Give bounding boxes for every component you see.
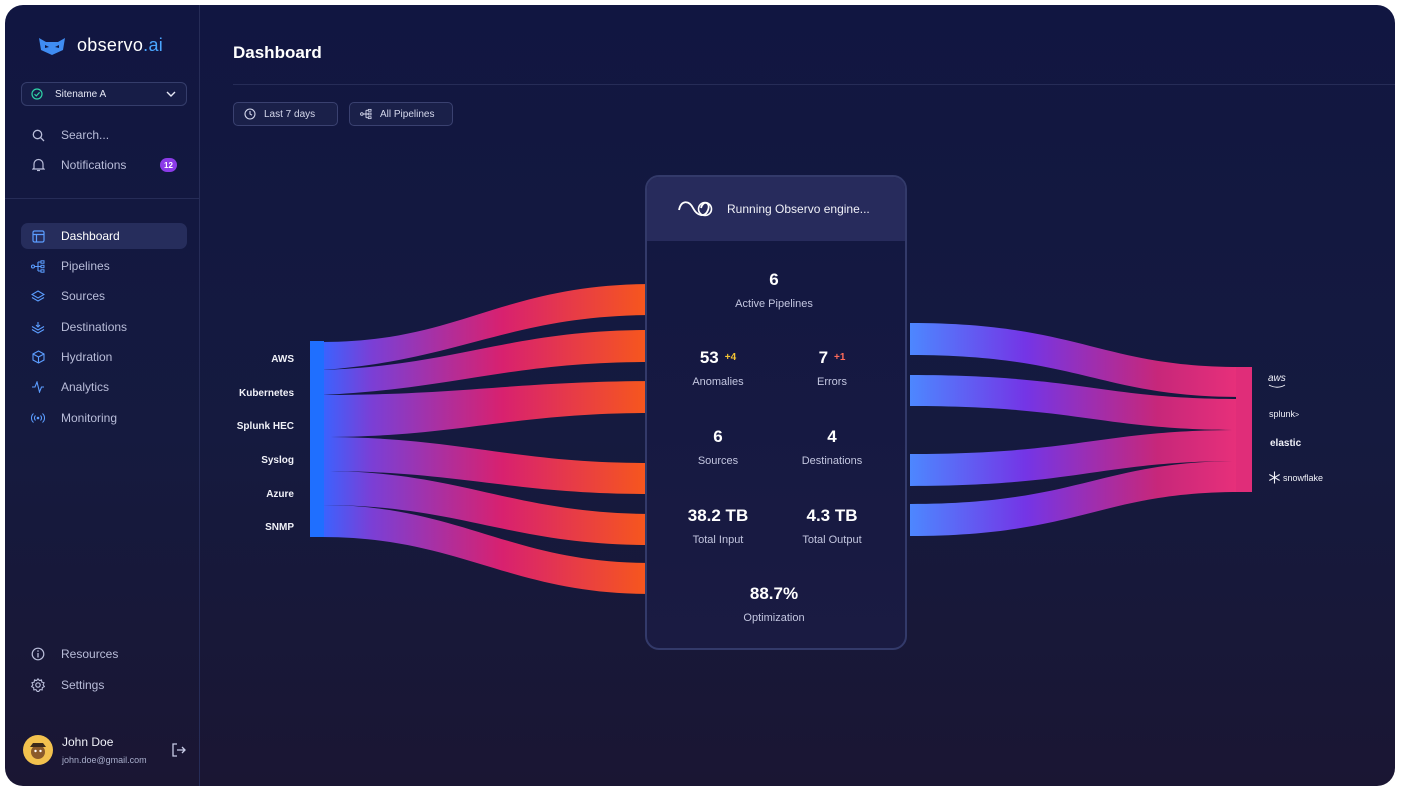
sidebar-item-monitoring[interactable]: Monitoring [21, 405, 187, 431]
app-window: observo.ai Sitename A Search... Notifica… [5, 5, 1395, 786]
sidebar-item-dashboard[interactable]: Dashboard [21, 223, 187, 249]
logout-icon[interactable] [171, 742, 187, 758]
sidebar-item-label: Analytics [61, 380, 110, 394]
site-selector[interactable]: Sitename A [21, 82, 187, 106]
destination-label-splunk: splunk> [1269, 409, 1300, 419]
sidebar-item-label: Destinations [61, 320, 128, 334]
source-label-kubernetes: Kubernetes [238, 388, 294, 399]
source-bar [310, 341, 324, 537]
destination-label-elastic: elastic [1270, 438, 1302, 449]
sidebar-resources[interactable]: Resources [21, 641, 187, 667]
sidebar-item-analytics[interactable]: Analytics [21, 374, 187, 400]
settings-label: Settings [61, 678, 105, 692]
engine-status-text: Running Observo engine... [727, 202, 870, 216]
sidebar-item-label: Dashboard [61, 229, 120, 243]
notifications-count-badge: 12 [160, 158, 177, 172]
source-label-syslog: Syslog [261, 455, 294, 466]
cube-icon [31, 350, 45, 364]
anomalies-delta: +4 [724, 352, 737, 363]
notifications-label: Notifications [61, 158, 127, 172]
metric-sources: 6 Sources [697, 427, 739, 467]
snowflake-icon [1269, 471, 1280, 484]
user-name: John Doe [62, 735, 114, 749]
main-content: Dashboard Last 7 days All Pipelines AWS … [200, 5, 1395, 786]
source-label-snmp: SNMP [265, 522, 294, 533]
source-label-splunk-hec: Splunk HEC [236, 421, 294, 432]
avatar [23, 735, 53, 765]
user-email: john.doe@gmail.com [62, 755, 147, 765]
layers-down-icon [31, 320, 45, 334]
sidebar-settings[interactable]: Settings [21, 672, 187, 698]
errors-delta: +1 [834, 352, 846, 363]
metric-anomalies: 53 +4 Anomalies [692, 348, 744, 388]
broadcast-icon [31, 411, 45, 425]
destination-bar [1236, 367, 1252, 492]
chevron-down-icon [166, 91, 176, 97]
sidebar-item-label: Pipelines [61, 259, 110, 273]
sidebar-item-label: Sources [61, 289, 106, 303]
site-selector-value: Sitename A [55, 88, 107, 100]
brand-logo[interactable]: observo.ai [37, 35, 163, 56]
fox-logo-icon [39, 37, 65, 55]
gear-icon [31, 678, 45, 692]
destination-label-snowflake: snowflake [1268, 471, 1323, 484]
pipeline-icon [31, 259, 45, 273]
layers-up-icon [31, 289, 45, 303]
source-label-aws: AWS [271, 354, 294, 365]
check-circle-icon [31, 88, 43, 100]
engine-status-header: Running Observo engine... [647, 177, 905, 241]
info-icon [31, 647, 45, 661]
sidebar-item-destinations[interactable]: Destinations [21, 314, 187, 340]
user-profile[interactable]: John Doe john.doe@gmail.com [23, 735, 147, 765]
user-info: John Doe john.doe@gmail.com [62, 735, 147, 765]
sidebar-notifications[interactable]: Notifications 12 [21, 152, 187, 178]
source-label-azure: Azure [266, 489, 294, 500]
engine-summary-card: Running Observo engine... 6 Active Pipel… [645, 175, 907, 650]
metric-errors: 7 +1 Errors [817, 348, 847, 388]
pulse-icon [31, 380, 45, 394]
sidebar-search[interactable]: Search... [21, 122, 187, 148]
search-icon [31, 128, 45, 142]
user-avatar-icon [30, 743, 46, 759]
sidebar-item-sources[interactable]: Sources [21, 283, 187, 309]
sidebar-item-label: Monitoring [61, 411, 118, 425]
sidebar-divider [5, 198, 199, 199]
search-label: Search... [61, 128, 110, 142]
destination-label-aws: aws [1268, 373, 1286, 388]
sidebar-item-pipelines[interactable]: Pipelines [21, 253, 187, 279]
resources-label: Resources [61, 647, 119, 661]
sidebar: observo.ai Sitename A Search... Notifica… [5, 5, 200, 786]
metric-optimization: 88.7% Optimization [743, 584, 805, 624]
bell-icon [31, 158, 45, 172]
sidebar-item-hydration[interactable]: Hydration [21, 344, 187, 370]
layout-icon [31, 229, 45, 243]
metric-total-input: 38.2 TB Total Input [687, 506, 749, 546]
metric-destinations: 4 Destinations [801, 427, 863, 467]
sidebar-item-label: Hydration [61, 350, 113, 364]
aws-smile-icon [1268, 384, 1286, 388]
brand-name: observo.ai [77, 35, 164, 55]
metric-active-pipelines: 6 Active Pipelines [735, 270, 813, 310]
engine-wave-icon [678, 201, 713, 217]
metric-total-output: 4.3 TB Total Output [802, 506, 862, 546]
